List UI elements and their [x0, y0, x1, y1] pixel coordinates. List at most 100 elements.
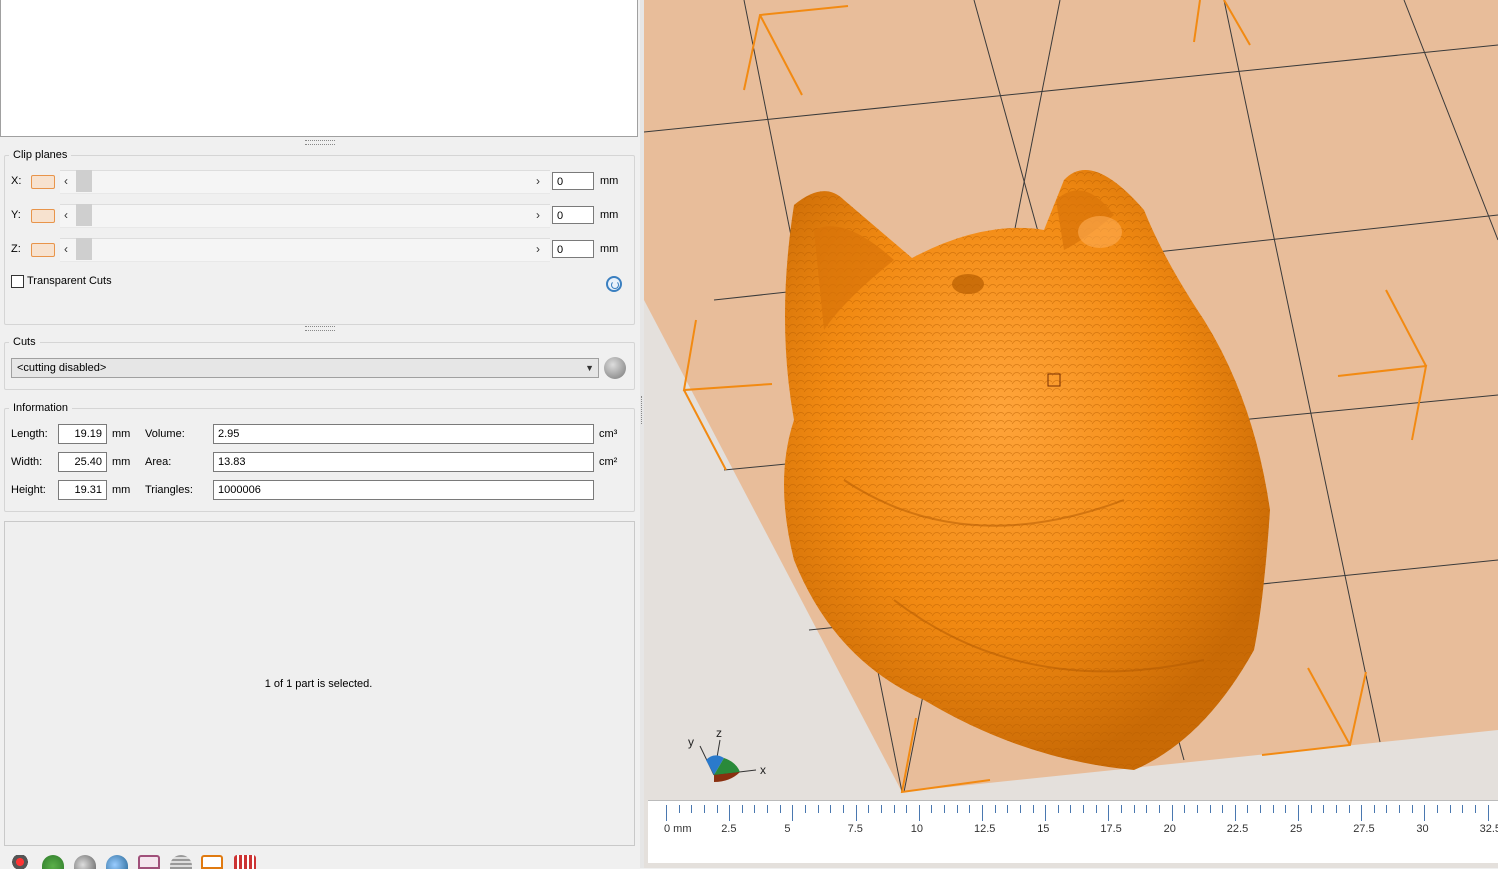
splitter-grip[interactable] — [305, 326, 335, 331]
axis-x-label: x — [760, 763, 766, 777]
splitter-grip[interactable] — [305, 140, 335, 145]
ruler-minor-tick — [1411, 805, 1413, 813]
ruler-major-tick — [1045, 805, 1047, 821]
calendar-icon[interactable] — [234, 855, 256, 869]
clip-z-input[interactable]: 0 — [552, 240, 594, 258]
sphere-icon[interactable] — [74, 855, 96, 869]
ruler-minor-tick — [969, 805, 971, 813]
3d-viewport[interactable]: x y z — [644, 0, 1498, 868]
ruler-major-tick — [1234, 805, 1236, 821]
clip-z-slider[interactable] — [60, 238, 550, 262]
ruler-minor-tick — [1310, 805, 1312, 813]
ruler-minor-tick — [1057, 805, 1059, 813]
clip-x-input[interactable]: 0 — [552, 172, 594, 190]
ruler-minor-tick — [1007, 805, 1009, 813]
ruler-major-tick — [1361, 805, 1363, 821]
clip-y-input[interactable]: 0 — [552, 206, 594, 224]
ruler-minor-tick — [1070, 805, 1072, 813]
ruler-tick-label: 30 — [1416, 823, 1429, 835]
ruler-minor-tick — [1272, 805, 1274, 813]
width-unit: mm — [112, 456, 131, 468]
ruler-minor-tick — [1083, 805, 1085, 813]
ruler-major-tick — [1487, 805, 1489, 821]
cut-tool-icon[interactable] — [604, 357, 626, 379]
clip-y-toggle[interactable] — [31, 209, 55, 223]
ruler-minor-tick — [1462, 805, 1464, 813]
ruler-minor-tick — [944, 805, 946, 813]
ruler-minor-tick — [1260, 805, 1262, 813]
chevron-right-icon[interactable]: › — [536, 174, 540, 188]
ruler-minor-tick — [741, 805, 743, 813]
ruler-tick-label: 32.5 — [1479, 823, 1498, 835]
chevron-right-icon[interactable]: › — [536, 208, 540, 222]
settings-icon[interactable] — [9, 855, 31, 869]
ruler-minor-tick — [830, 805, 832, 813]
clip-x-label: X: — [11, 175, 22, 187]
chevron-down-icon: ▼ — [585, 363, 594, 373]
ruler-minor-tick — [1386, 805, 1388, 813]
clip-z-toggle[interactable] — [31, 243, 55, 257]
chevron-left-icon[interactable]: ‹ — [64, 174, 68, 188]
clip-z-label: Z: — [11, 243, 21, 255]
chevron-right-icon[interactable]: › — [536, 242, 540, 256]
ruler-major-tick — [1108, 805, 1110, 821]
ruler-minor-tick — [817, 805, 819, 813]
ruler-tick-label: 22.5 — [1226, 823, 1249, 835]
cuts-dropdown[interactable]: <cutting disabled> ▼ — [11, 358, 599, 378]
clip-y-slider[interactable] — [60, 204, 550, 228]
chevron-left-icon[interactable]: ‹ — [64, 208, 68, 222]
transparent-cuts-checkbox[interactable] — [11, 275, 24, 288]
ruler-minor-tick — [842, 805, 844, 813]
ruler-minor-tick — [880, 805, 882, 813]
ruler-minor-tick — [1095, 805, 1097, 813]
clip-planes-title: Clip planes — [9, 149, 72, 161]
clip-x-slider[interactable] — [60, 170, 550, 194]
height-label: Height: — [11, 484, 46, 496]
ruler-major-tick — [1171, 805, 1173, 821]
ruler-major-tick — [729, 805, 731, 821]
cuts-title: Cuts — [9, 336, 40, 348]
ruler-major-tick — [666, 805, 667, 821]
ruler-tick-label: 17.5 — [1100, 823, 1122, 835]
globe-icon[interactable] — [42, 855, 64, 869]
clip-x-toggle[interactable] — [31, 175, 55, 189]
ruler-minor-tick — [754, 805, 756, 813]
axis-z-label: z — [716, 726, 722, 740]
ruler-minor-tick — [1399, 805, 1401, 813]
ruler-tick-label: 12.5 — [974, 823, 996, 835]
cuts-dropdown-value: <cutting disabled> — [17, 362, 107, 374]
ruler-tick-label: 27.5 — [1353, 823, 1375, 835]
clip-z-unit: mm — [600, 243, 619, 255]
length-value: 19.19 — [58, 424, 107, 444]
triangles-value: 1000006 — [213, 480, 594, 500]
ruler-minor-tick — [1474, 805, 1476, 813]
ruler-minor-tick — [1032, 805, 1034, 813]
scene-svg[interactable]: x y z — [644, 0, 1498, 868]
clip-z-slider-thumb[interactable] — [76, 238, 92, 260]
view-frame-icon[interactable] — [201, 855, 223, 869]
object-list[interactable] — [0, 0, 638, 137]
box-icon[interactable] — [138, 855, 160, 869]
reset-icon[interactable] — [606, 276, 622, 292]
transparent-cuts-label: Transparent Cuts — [27, 275, 112, 287]
sphere-blue-icon[interactable] — [106, 855, 128, 869]
height-unit: mm — [112, 484, 131, 496]
ruler-minor-tick — [1335, 805, 1337, 813]
clip-x-slider-thumb[interactable] — [76, 170, 92, 192]
ruler-minor-tick — [805, 805, 807, 813]
axis-y-label: y — [688, 735, 694, 749]
ruler-tick-label: 25 — [1290, 823, 1303, 835]
height-value: 19.31 — [58, 480, 107, 500]
ruler-minor-tick — [1437, 805, 1439, 813]
clip-y-unit: mm — [600, 209, 619, 221]
ruler-tick-label: 20 — [1163, 823, 1176, 835]
ruler-minor-tick — [956, 805, 958, 813]
selection-status: 1 of 1 part is selected. — [264, 678, 373, 690]
ruler-minor-tick — [931, 805, 933, 813]
ruler-minor-tick — [1348, 805, 1350, 813]
sphere-grid-icon[interactable] — [170, 855, 192, 869]
ruler-minor-tick — [1121, 805, 1123, 813]
chevron-left-icon[interactable]: ‹ — [64, 242, 68, 256]
clip-y-slider-thumb[interactable] — [76, 204, 92, 226]
ruler-minor-tick — [1133, 805, 1135, 813]
